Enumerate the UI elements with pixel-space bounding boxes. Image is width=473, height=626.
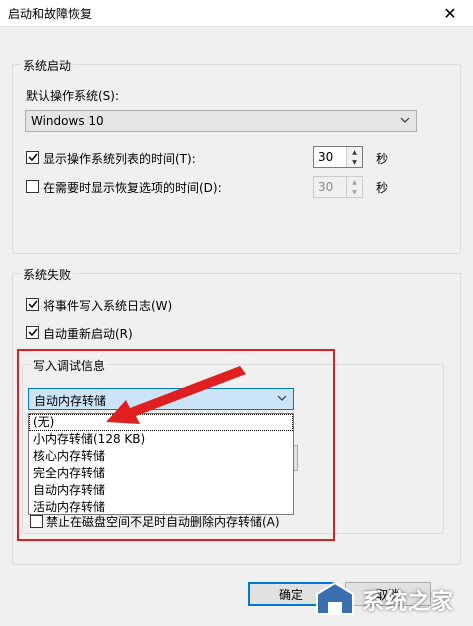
show-os-list-spinner[interactable]: 30 ▲ ▼ xyxy=(313,146,363,168)
annotation-arrow-icon xyxy=(106,366,246,424)
show-recovery-checkbox[interactable] xyxy=(26,180,39,193)
show-recovery-label: 在需要时显示恢复选项的时间(D): xyxy=(43,181,222,195)
spin-up-icon: ▲ xyxy=(347,177,362,187)
default-os-label: 默认操作系统(S): xyxy=(26,89,120,103)
default-os-value: Windows 10 xyxy=(31,114,104,128)
chevron-down-icon xyxy=(400,117,410,123)
title-bar: 启动和故障恢复 ✕ xyxy=(0,0,473,26)
system-startup-group-label: 系统启动 xyxy=(21,57,74,74)
checkmark-icon xyxy=(28,328,38,337)
close-icon[interactable]: ✕ xyxy=(427,0,473,26)
show-recovery-spinner: 30 ▲ ▼ xyxy=(313,176,363,198)
checkmark-icon xyxy=(28,153,38,162)
write-event-log-label: 将事件写入系统日志(W) xyxy=(43,299,173,313)
show-recovery-value: 30 xyxy=(318,180,334,194)
watermark-logo-icon xyxy=(316,581,354,615)
watermark-text: 系统之家 xyxy=(362,590,455,615)
write-event-log-checkbox[interactable] xyxy=(26,298,39,311)
checkmark-icon xyxy=(28,300,38,309)
show-os-list-label: 显示操作系统列表的时间(T): xyxy=(43,152,196,166)
watermark: 系统之家 xyxy=(304,576,469,622)
show-os-list-unit: 秒 xyxy=(376,152,389,166)
show-recovery-unit: 秒 xyxy=(376,181,389,195)
show-os-list-value: 30 xyxy=(318,150,334,164)
system-failure-group-label: 系统失败 xyxy=(21,266,74,283)
auto-restart-label: 自动重新启动(R) xyxy=(43,327,133,341)
spin-up-icon[interactable]: ▲ xyxy=(347,147,362,157)
spin-down-icon[interactable]: ▼ xyxy=(347,157,362,167)
spin-down-icon: ▼ xyxy=(347,187,362,197)
auto-restart-checkbox[interactable] xyxy=(26,326,39,339)
window-title: 启动和故障恢复 xyxy=(8,7,93,21)
default-os-select[interactable]: Windows 10 xyxy=(25,110,417,132)
show-os-list-checkbox[interactable] xyxy=(26,151,39,164)
